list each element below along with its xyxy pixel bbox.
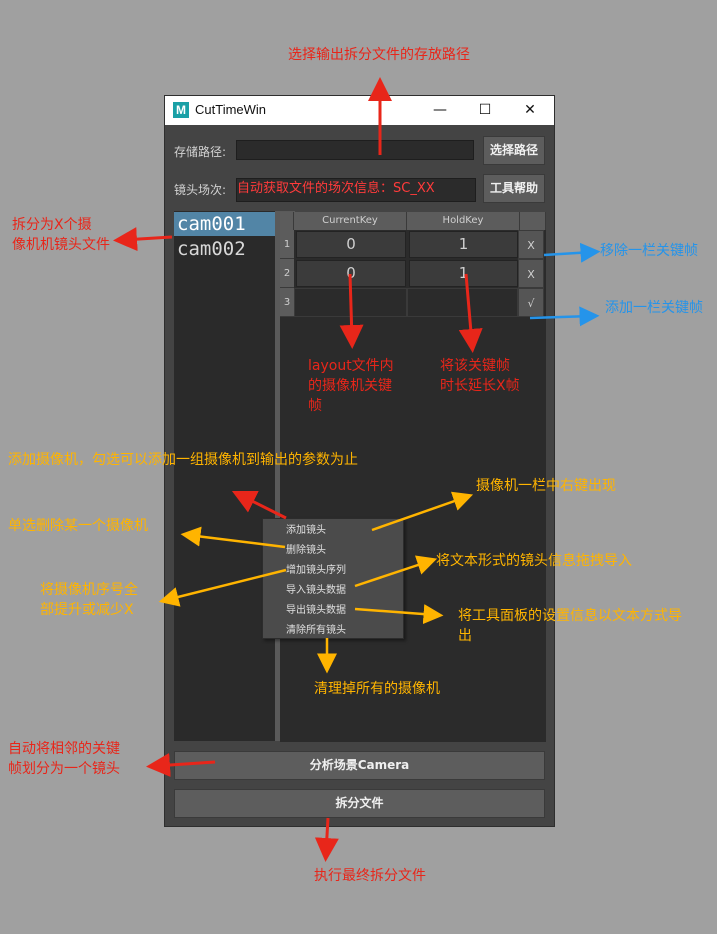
arrow: [371, 491, 474, 532]
arrow: [146, 753, 216, 777]
arrow: [529, 306, 600, 327]
arrow: [314, 817, 339, 862]
arrow: [543, 242, 601, 263]
annotation-arrows: [113, 77, 601, 862]
arrow: [354, 555, 438, 588]
arrow: [458, 273, 483, 353]
arrow: [158, 568, 287, 607]
arrow: [180, 526, 286, 549]
arrow: [354, 604, 444, 625]
arrow: [231, 490, 287, 520]
arrow: [339, 273, 364, 349]
arrow: [113, 227, 173, 252]
